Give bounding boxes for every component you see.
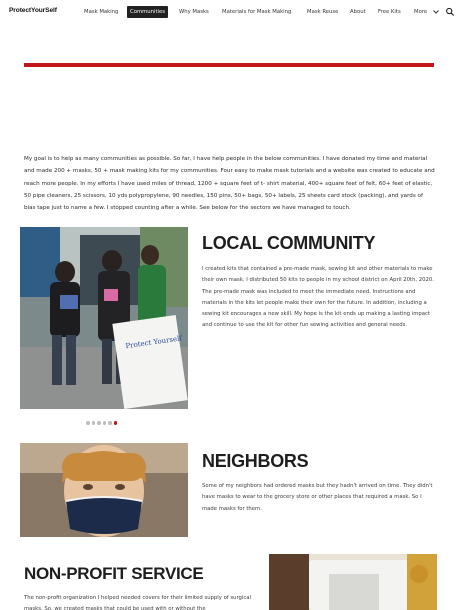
neighbors-body: Some of my neighbors had ordered masks b… [202, 483, 433, 512]
nav-item-materials[interactable]: Materials for Mask Making [220, 6, 293, 18]
carousel-dot[interactable] [86, 421, 90, 425]
nav-item-why-masks[interactable]: Why Masks [177, 6, 211, 18]
neighbors-image [20, 443, 188, 537]
carousel-dot[interactable] [102, 421, 106, 425]
site-brand[interactable]: ProtectYourSelf [9, 7, 57, 14]
nav-item-communities[interactable]: Communities [127, 6, 169, 18]
non-profit-title: NON-PROFIT SERVICE [24, 564, 204, 583]
chevron-down-icon[interactable] [432, 7, 440, 17]
carousel-dot-active[interactable] [113, 421, 117, 425]
nav-item-more[interactable]: More [412, 6, 429, 18]
nav-item-free-kits[interactable]: Free Kits [376, 6, 403, 18]
local-community-title: LOCAL COMMUNITY [202, 233, 376, 253]
carousel-dot[interactable] [91, 421, 95, 425]
nav-item-mask-making[interactable]: Mask Making [82, 6, 120, 18]
non-profit-body: The non-profit organization I helped nee… [24, 595, 252, 610]
local-community-body: I created kits that contained a pre-made… [202, 266, 434, 329]
accent-divider [24, 63, 434, 67]
intro-paragraph: My goal is to help as many communities a… [24, 156, 435, 212]
search-icon[interactable] [445, 6, 455, 18]
non-profit-image [269, 554, 437, 610]
carousel-dot[interactable] [108, 421, 112, 425]
neighbors-title: NEIGHBORS [202, 451, 309, 471]
nav-item-mask-reuse[interactable]: Mask Reuse [305, 6, 340, 18]
carousel-indicator [86, 421, 117, 426]
local-community-carousel-image[interactable]: Protect Yourself [20, 227, 188, 409]
carousel-dot[interactable] [97, 421, 101, 425]
top-navigation: ProtectYourSelf Mask Making Communities … [0, 0, 457, 26]
nav-item-about[interactable]: About [348, 6, 368, 18]
